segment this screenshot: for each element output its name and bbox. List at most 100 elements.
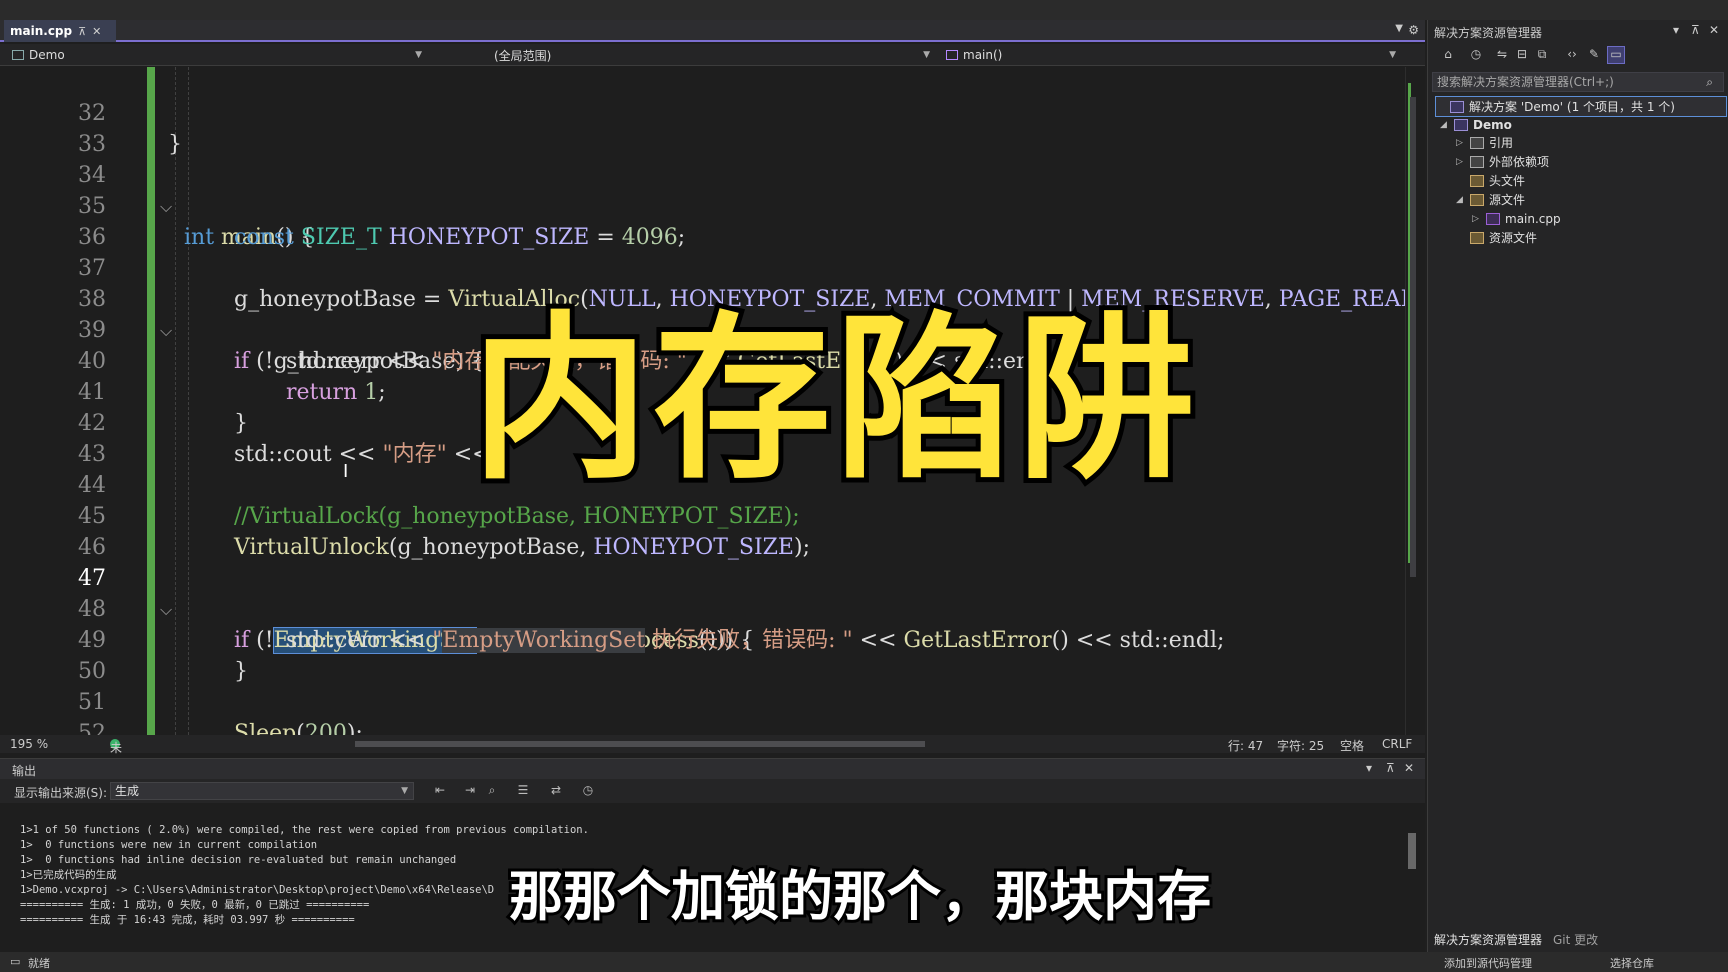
goto-previous-icon[interactable]: ⇤ (432, 783, 448, 799)
code-line: 52 (0, 687, 1405, 735)
tree-item-source-files[interactable]: ◢ 源文件 (1456, 190, 1525, 209)
line-ending-indicator[interactable]: CRLF (1382, 737, 1412, 751)
ready-icon: ▭ (10, 955, 21, 968)
solution-explorer-header: 解决方案资源管理器 ▾ ⊼ ✕ (1428, 20, 1728, 42)
pin-icon[interactable]: ⊼ (1691, 23, 1700, 37)
editor-horizontal-scrollbar[interactable] (345, 739, 1195, 749)
chevron-down-icon: ▼ (923, 50, 930, 60)
output-source-select[interactable]: 生成 ▼ (110, 782, 414, 800)
sync-icon[interactable]: ⇋ (1494, 47, 1510, 63)
solution-icon (1450, 100, 1464, 113)
scrollbar-thumb[interactable] (1410, 97, 1416, 577)
output-line: 1> 0 functions were new in current compi… (20, 839, 318, 851)
code-line-current: 47 ⌵ if (!EmptyWorkingSet(GetCurrentProc… (0, 532, 1405, 654)
collapse-all-icon[interactable]: ⊟ (1514, 47, 1530, 63)
expand-arrow-icon[interactable]: ◢ (1440, 120, 1454, 130)
overlay-title: 内存陷阱 (466, 291, 1200, 508)
search-icon[interactable]: ⌕ (1706, 73, 1713, 91)
tree-item-main-cpp[interactable]: ▷ main.cpp (1472, 209, 1561, 228)
properties-icon[interactable]: ✎ (1586, 47, 1602, 63)
tree-label: 引用 (1489, 136, 1514, 150)
chevron-down-icon: ▼ (401, 786, 408, 796)
chevron-down-icon: ▼ (415, 50, 422, 60)
folder-icon (1470, 231, 1484, 244)
project-icon (1454, 118, 1468, 131)
tree-label: main.cpp (1505, 211, 1561, 226)
folder-icon (1470, 174, 1484, 187)
tree-item-resource-files[interactable]: 资源文件 (1456, 228, 1537, 247)
code-line: 49 } (0, 594, 1405, 684)
project-combo[interactable]: Demo ▼ (6, 46, 426, 64)
find-icon[interactable]: ⌕ (484, 783, 500, 799)
scope-combo[interactable]: (全局范围) ▼ (488, 46, 934, 64)
code-line: 48 std::cerr << "EmptyWorkingSet 执行失败，错误… (0, 563, 1405, 653)
history-icon[interactable]: ◷ (1468, 47, 1484, 63)
close-icon[interactable]: ✕ (1709, 23, 1719, 37)
output-toolbar: 显示输出来源(S): 生成 ▼ ⇤ ⇥ ⌕ ☰ ⇄ ◷ (0, 779, 1425, 803)
code-line: 37 g_honeypotBase = VirtualAlloc(NULL, H… (0, 222, 1405, 312)
close-icon[interactable]: ✕ (92, 25, 101, 38)
gear-icon[interactable]: ⚙ (1408, 23, 1419, 37)
output-source-value: 生成 (115, 784, 140, 798)
chevron-down-icon[interactable]: ▾ (1366, 761, 1372, 775)
tab-list-dropdown-icon[interactable]: ▼ (1395, 23, 1403, 34)
close-icon[interactable]: ✕ (1404, 761, 1414, 775)
document-tabbar: main.cpp ⊼ ✕ ▼ ⚙ (0, 20, 1425, 42)
solution-bottom-tabs: 解决方案资源管理器 Git 更改 (1428, 928, 1728, 950)
word-wrap-icon[interactable]: ⇄ (548, 783, 564, 799)
zoom-level[interactable]: 195 % (10, 737, 48, 751)
clock-icon[interactable]: ◷ (580, 783, 596, 799)
tree-label: 资源文件 (1489, 231, 1538, 245)
member-combo[interactable]: main() ▼ (940, 46, 1400, 64)
folder-icon (1470, 193, 1484, 206)
clear-all-icon[interactable]: ☰ (515, 783, 531, 799)
overlay-subtitle: 那那个加锁的那个，那块内存 (506, 862, 1214, 931)
top-menu-strip (0, 0, 1728, 20)
whitespace-indicator[interactable]: 空格 (1340, 737, 1364, 754)
pin-icon[interactable]: ⊼ (1386, 761, 1395, 775)
collapse-arrow-icon[interactable]: ▷ (1472, 214, 1486, 224)
output-line: 1>1 of 50 functions ( 2.0%) were compile… (20, 824, 589, 836)
tab-main-cpp[interactable]: main.cpp ⊼ ✕ (4, 20, 116, 42)
chevron-down-icon[interactable]: ▾ (1673, 23, 1679, 37)
project-icon (12, 50, 24, 60)
tree-item-project[interactable]: ◢ Demo (1440, 115, 1512, 134)
editor-vertical-scrollbar[interactable] (1405, 67, 1425, 735)
search-placeholder: 搜索解决方案资源管理器(Ctrl+;) (1437, 75, 1614, 89)
expand-arrow-icon[interactable]: ◢ (1456, 195, 1470, 205)
navigation-bar: Demo ▼ (全局范围) ▼ main() ▼ (0, 44, 1425, 66)
select-repo-button[interactable]: 选择仓库 (1610, 955, 1654, 971)
chevron-down-icon: ▼ (1389, 50, 1396, 60)
tree-item-header-files[interactable]: 头文件 (1456, 171, 1525, 190)
preview-icon[interactable]: ▭ (1607, 46, 1625, 64)
add-source-control-button[interactable]: 添加到源代码管理 (1444, 955, 1532, 971)
tab-solution-explorer[interactable]: 解决方案资源管理器 (1434, 931, 1542, 948)
show-all-files-icon[interactable]: ⧉ (1534, 47, 1550, 63)
solution-explorer-toolbar: ⌂ ◷ ⇋ ⊟ ⧉ ‹› ✎ ▭ (1428, 44, 1728, 66)
line-indicator[interactable]: 行: 47 (1228, 737, 1263, 754)
output-header: 输出 ▾ ⊼ ✕ (0, 759, 1425, 779)
tree-item-external-deps[interactable]: ▷ 外部依赖项 (1456, 152, 1549, 171)
tree-item-references[interactable]: ▷ 引用 (1456, 133, 1513, 152)
code-line: 36 (0, 191, 1405, 250)
tree-item-solution[interactable]: 解决方案 'Demo' (1 个项目，共 1 个) (1435, 96, 1727, 117)
pin-icon[interactable]: ⊼ (78, 25, 86, 38)
scrollbar-thumb[interactable] (1408, 833, 1416, 869)
output-title: 输出 (12, 764, 37, 778)
tree-label: 头文件 (1489, 174, 1526, 188)
output-vertical-scrollbar[interactable] (1405, 803, 1419, 928)
view-code-icon[interactable]: ‹› (1564, 47, 1580, 63)
tree-label: 源文件 (1489, 193, 1526, 207)
solution-search-input[interactable]: 搜索解决方案资源管理器(Ctrl+;) ⌕ (1432, 72, 1724, 92)
code-line: 38 ⌵ if (!g_honeypotBase) { (0, 253, 1405, 374)
goto-next-icon[interactable]: ⇥ (462, 783, 478, 799)
references-icon (1470, 136, 1484, 149)
scrollbar-thumb[interactable] (355, 741, 925, 747)
collapse-arrow-icon[interactable]: ▷ (1456, 157, 1470, 167)
method-icon (946, 50, 958, 60)
tab-git-changes[interactable]: Git 更改 (1553, 931, 1598, 948)
home-icon[interactable]: ⌂ (1440, 47, 1456, 63)
column-indicator[interactable]: 字符: 25 (1277, 737, 1324, 754)
output-source-label: 显示输出来源(S): (14, 786, 108, 800)
collapse-arrow-icon[interactable]: ▷ (1456, 138, 1470, 148)
